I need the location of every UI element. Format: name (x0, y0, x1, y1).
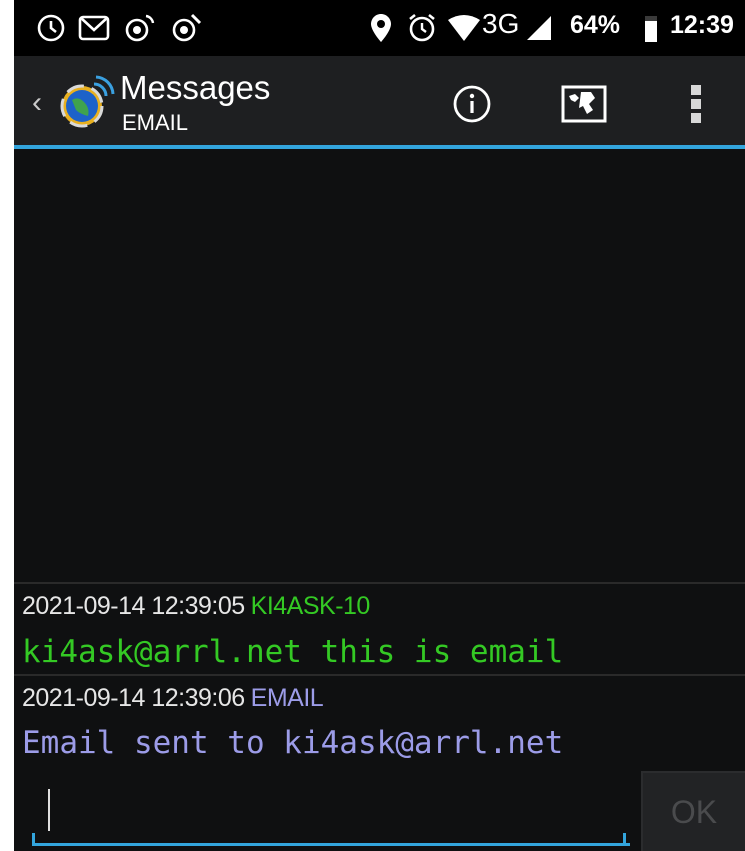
message-input[interactable] (32, 775, 630, 846)
message-callsign: EMAIL (250, 684, 324, 712)
signal-icon (524, 10, 554, 46)
phone-screen: 3G 64% 12:39 ‹ Messages EMAIL 2021-09-14 (14, 0, 745, 851)
battery-percent: 64% (570, 11, 621, 39)
page-subtitle: EMAIL (122, 110, 189, 135)
message-body: Email sent to ki4ask@arrl.net (22, 725, 564, 761)
message-timestamp: 2021-09-14 12:39:06 (22, 684, 245, 712)
message-body: ki4ask@arrl.net this is email (22, 634, 564, 670)
message-callsign: KI4ASK-10 (250, 592, 371, 620)
input-underline-edge (32, 833, 35, 843)
aprs-notification-icon (122, 10, 158, 46)
location-icon (366, 10, 396, 46)
message-timestamp: 2021-09-14 12:39:05 (22, 592, 245, 620)
ok-button[interactable]: OK (641, 771, 745, 851)
satellite-icon (168, 10, 204, 46)
message-list[interactable] (14, 149, 745, 771)
map-icon[interactable] (554, 76, 614, 132)
clock-time: 12:39 (670, 11, 734, 39)
screen: 3G 64% 12:39 ‹ Messages EMAIL 2021-09-14 (0, 0, 745, 851)
compose-bar: OK (14, 771, 745, 851)
text-cursor (48, 789, 50, 831)
overflow-menu-icon[interactable] (674, 76, 718, 132)
info-icon[interactable] (444, 76, 500, 132)
status-bar: 3G 64% 12:39 (14, 0, 745, 56)
page-title: Messages (120, 69, 271, 106)
battery-icon (645, 16, 657, 42)
clock-icon (34, 10, 68, 46)
network-type: 3G (482, 8, 520, 39)
message-header: 2021-09-14 12:39:05 KI4ASK-10 (22, 591, 370, 621)
message-divider (14, 582, 745, 584)
gmail-icon (76, 10, 112, 46)
message-header: 2021-09-14 12:39:06 EMAIL (22, 683, 324, 713)
up-navigation-icon[interactable]: ‹ (32, 88, 42, 118)
wifi-icon (446, 10, 482, 46)
input-underline-edge (623, 833, 626, 843)
app-logo-icon[interactable] (54, 70, 118, 134)
alarm-icon (405, 10, 439, 46)
message-divider (14, 674, 745, 676)
